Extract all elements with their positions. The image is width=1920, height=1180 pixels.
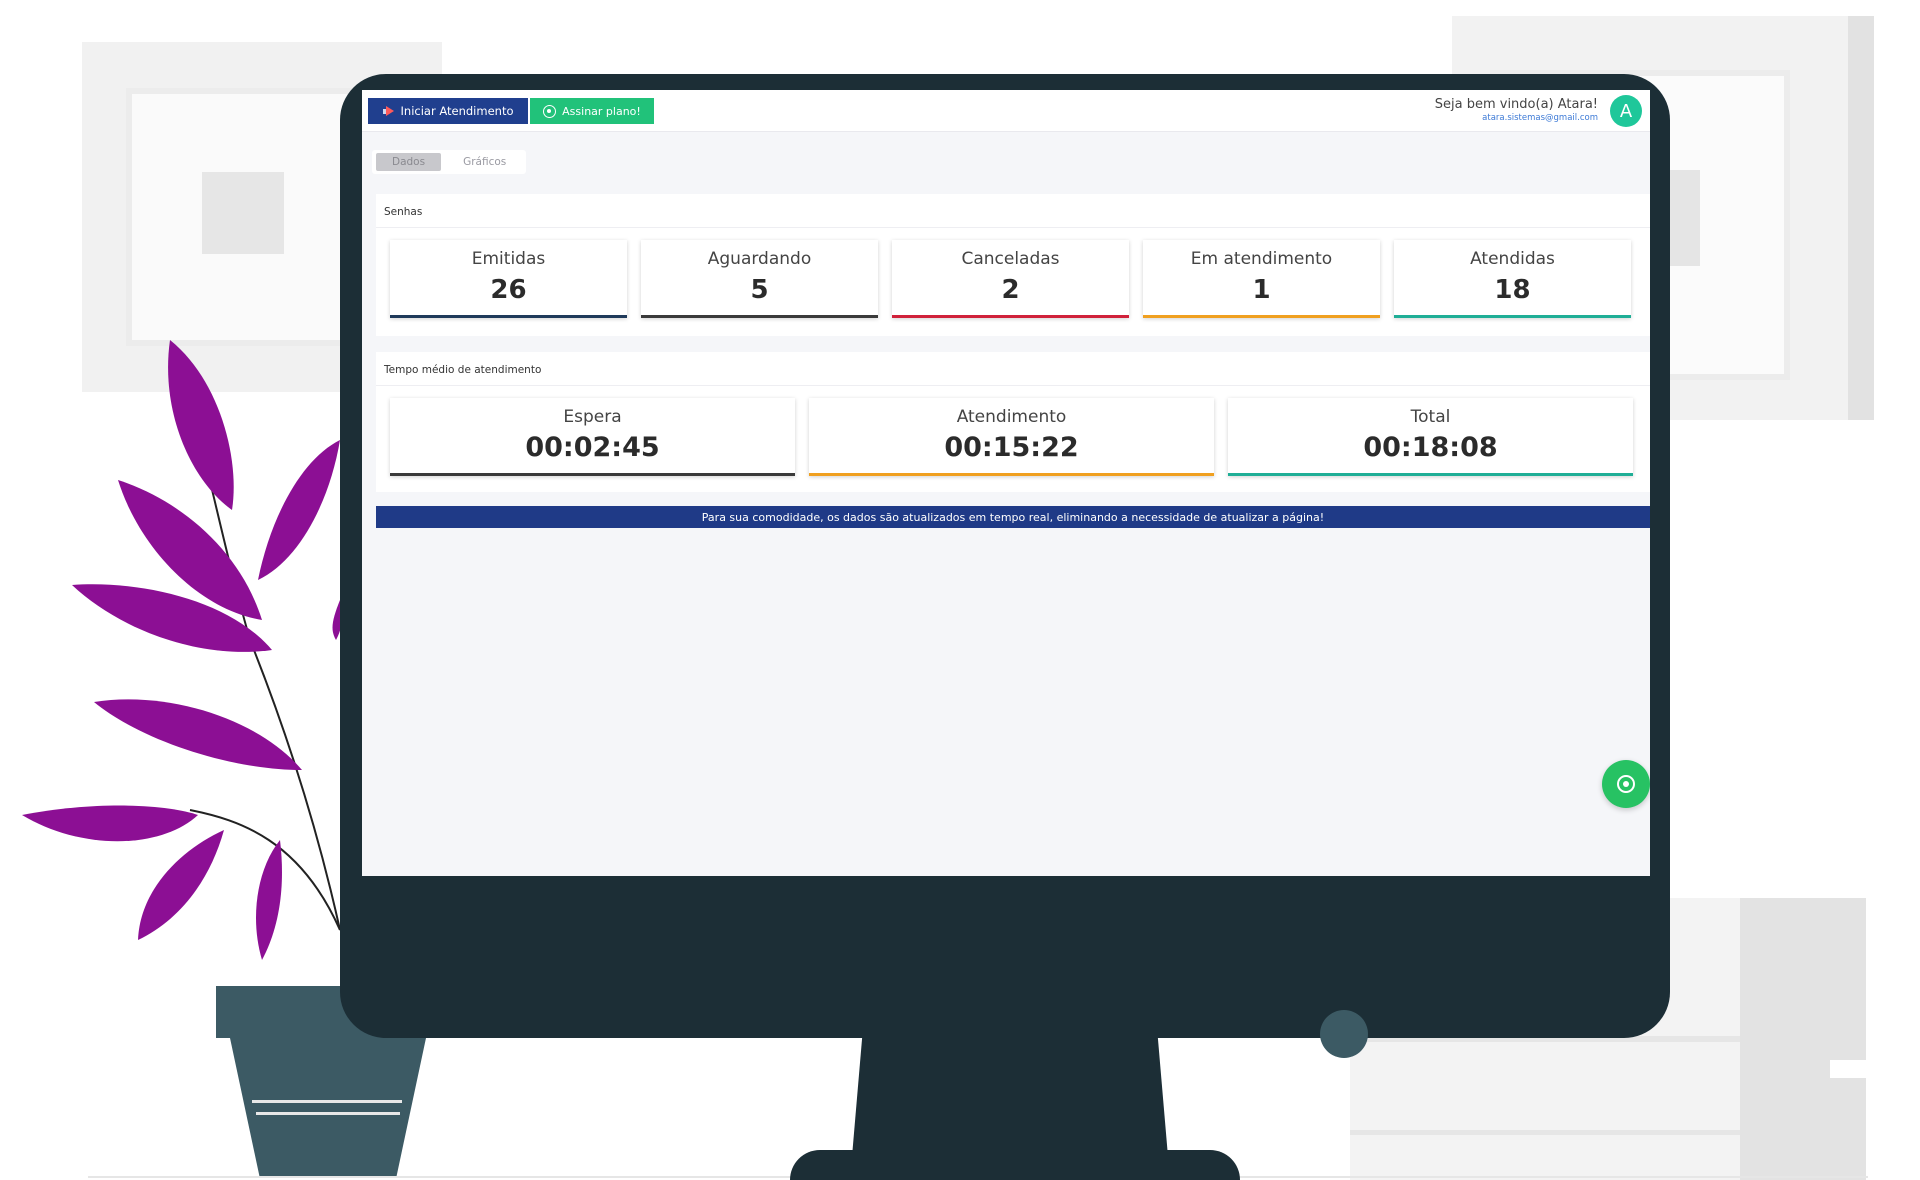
senhas-cards: Emitidas 26 Aguardando 5 Canceladas 2 Em… xyxy=(390,240,1631,318)
tempo-cards: Espera 00:02:45 Atendimento 00:15:22 Tot… xyxy=(390,398,1633,476)
welcome-text: Seja bem vindo(a) Atara! xyxy=(1434,97,1598,112)
plant-pot xyxy=(230,1038,426,1176)
app-screen: Iniciar Atendimento Assinar plano! Seja … xyxy=(362,90,1650,876)
plant-illustration xyxy=(22,340,343,960)
whatsapp-icon xyxy=(1617,775,1635,793)
plant-pot-stripe xyxy=(252,1100,402,1103)
subscribe-plan-button[interactable]: Assinar plano! xyxy=(530,98,654,124)
subscribe-plan-label: Assinar plano! xyxy=(562,104,641,118)
stat-card-label: Canceladas xyxy=(961,249,1060,269)
time-card-label: Espera xyxy=(563,407,622,427)
time-card-label: Total xyxy=(1410,407,1451,427)
time-card-label: Atendimento xyxy=(956,407,1067,427)
tab-dados[interactable]: Dados xyxy=(376,153,442,171)
stat-card-canceladas: Canceladas 2 xyxy=(892,240,1129,318)
background-frame-right-edge xyxy=(1848,16,1874,420)
time-card-espera: Espera 00:02:45 xyxy=(390,398,795,476)
tempo-panel-title: Tempo médio de atendimento xyxy=(376,352,1650,386)
realtime-info-banner: Para sua comodidade, os dados são atuali… xyxy=(376,506,1650,528)
stat-card-value: 1 xyxy=(1252,275,1271,305)
stat-card-aguardando: Aguardando 5 xyxy=(641,240,878,318)
stat-card-value: 26 xyxy=(490,275,527,305)
background-books-line xyxy=(1350,1130,1740,1135)
time-card-value: 00:15:22 xyxy=(944,432,1079,463)
view-tabs: Dados Gráficos xyxy=(372,150,526,174)
monitor-stand-base xyxy=(790,1150,1240,1180)
senhas-panel: Senhas Emitidas 26 Aguardando 5 Cancelad… xyxy=(376,194,1650,336)
tempo-panel: Tempo médio de atendimento Espera 00:02:… xyxy=(376,352,1650,492)
stat-card-label: Em atendimento xyxy=(1190,249,1333,269)
stat-card-label: Atendidas xyxy=(1470,249,1555,269)
avatar[interactable]: A xyxy=(1610,95,1642,127)
stat-card-label: Emitidas xyxy=(471,249,546,269)
stat-card-value: 2 xyxy=(1001,275,1020,305)
user-email: atara.sistemas@gmail.com xyxy=(1482,113,1598,123)
background-books-side xyxy=(1740,898,1866,1180)
start-service-button[interactable]: Iniciar Atendimento xyxy=(368,98,528,124)
stat-card-value: 18 xyxy=(1494,275,1531,305)
stat-card-emitidas: Emitidas 26 xyxy=(390,240,627,318)
background-books-tab xyxy=(1830,1060,1890,1078)
user-welcome: Seja bem vindo(a) Atara! atara.sistemas@… xyxy=(1435,97,1598,123)
time-card-value: 00:18:08 xyxy=(1363,432,1498,463)
time-card-atendimento: Atendimento 00:15:22 xyxy=(809,398,1214,476)
stat-card-value: 5 xyxy=(750,275,769,305)
stat-card-label: Aguardando xyxy=(707,249,812,269)
stat-card-em-atendimento: Em atendimento 1 xyxy=(1143,240,1380,318)
start-service-label: Iniciar Atendimento xyxy=(400,104,514,118)
top-bar: Iniciar Atendimento Assinar plano! Seja … xyxy=(362,90,1650,132)
time-card-total: Total 00:18:08 xyxy=(1228,398,1633,476)
senhas-panel-title: Senhas xyxy=(376,194,1650,228)
tab-graficos[interactable]: Gráficos xyxy=(447,153,522,171)
time-card-value: 00:02:45 xyxy=(525,432,660,463)
whatsapp-button[interactable] xyxy=(1602,760,1650,808)
plant-pot-stripe xyxy=(256,1112,400,1115)
stat-card-atendidas: Atendidas 18 xyxy=(1394,240,1631,318)
megaphone-icon xyxy=(382,106,395,116)
background-frame-left-square xyxy=(202,172,284,254)
target-icon xyxy=(543,104,557,118)
monitor-power-button xyxy=(1320,1010,1368,1058)
